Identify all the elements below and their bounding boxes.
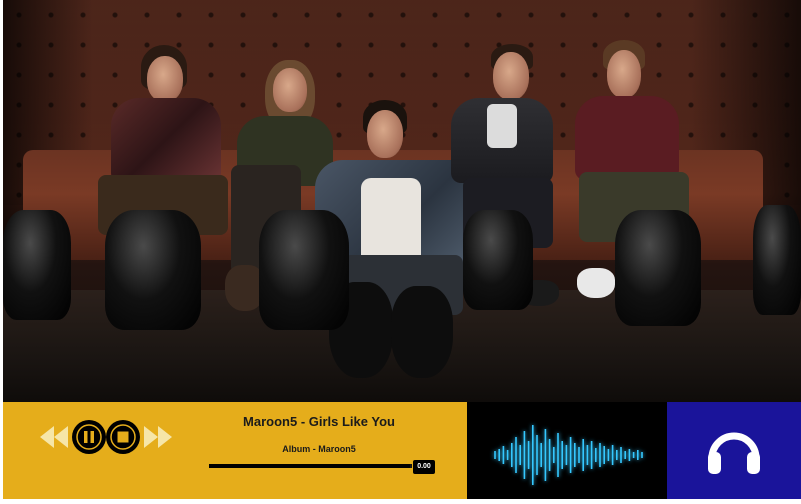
album-label: Album - Maroon5	[282, 444, 356, 454]
stool	[105, 210, 201, 330]
song-title: Maroon5 - Girls Like You	[243, 414, 395, 429]
stool	[753, 205, 801, 315]
time-display: 0.00	[413, 460, 435, 474]
stool	[259, 210, 349, 330]
stool	[615, 210, 701, 326]
progress-fill	[209, 464, 410, 468]
audio-waveform-icon	[491, 425, 643, 485]
stool	[463, 210, 533, 310]
player-bar: Maroon5 - Girls Like You Album - Maroon5…	[3, 402, 801, 499]
band-photo	[3, 0, 801, 402]
headphone-panel[interactable]	[667, 402, 801, 499]
progress-bar[interactable]	[209, 464, 412, 468]
stool	[3, 210, 71, 320]
player-panel: Maroon5 - Girls Like You Album - Maroon5…	[3, 402, 467, 499]
headphones-icon	[708, 432, 760, 474]
audio-visualizer	[467, 402, 667, 499]
